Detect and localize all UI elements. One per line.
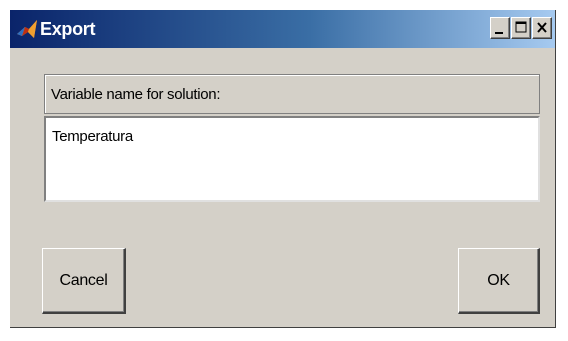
variable-name-input[interactable]: Temperatura bbox=[44, 116, 540, 202]
window-title: Export bbox=[40, 19, 96, 39]
minimize-button[interactable] bbox=[490, 17, 510, 39]
matlab-icon bbox=[16, 18, 38, 40]
close-button[interactable] bbox=[532, 17, 552, 39]
ok-button[interactable]: OK bbox=[458, 248, 540, 314]
export-dialog: Export Variable name for solution: Tempe… bbox=[10, 10, 556, 328]
variable-name-label: Variable name for solution: bbox=[51, 86, 221, 103]
maximize-button[interactable] bbox=[511, 17, 531, 39]
cancel-button[interactable]: Cancel bbox=[42, 248, 126, 314]
title-bar[interactable]: Export bbox=[10, 10, 555, 48]
variable-name-value: Temperatura bbox=[52, 128, 133, 145]
variable-name-label-box: Variable name for solution: bbox=[44, 74, 540, 114]
